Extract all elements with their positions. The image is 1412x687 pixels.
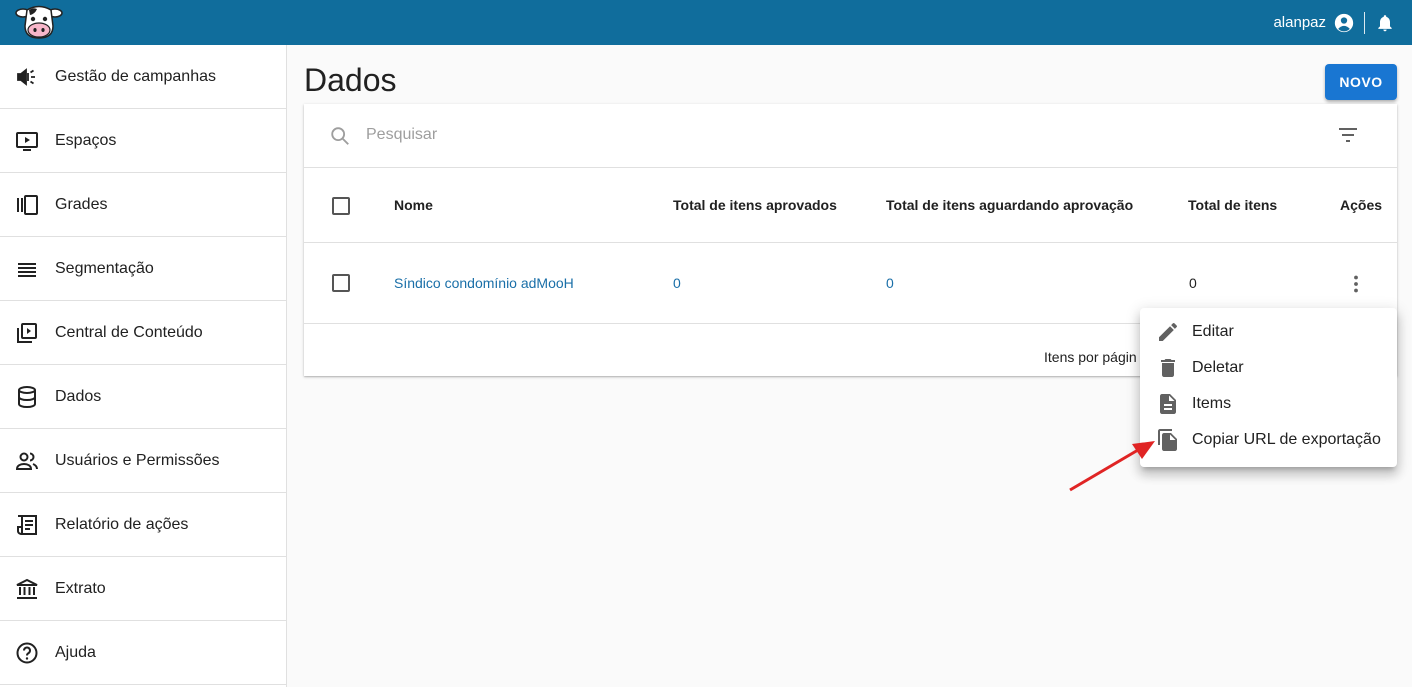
sidebar-item-conteudo[interactable]: Central de Conteúdo (0, 301, 286, 365)
annotation-arrow-icon (1069, 441, 1155, 492)
username[interactable]: alanpaz (1273, 14, 1326, 31)
sidebar-item-espacos[interactable]: Espaços (0, 109, 286, 173)
receipt-icon (15, 513, 39, 537)
video-library-icon (15, 321, 39, 345)
sidebar-item-relatorio[interactable]: Relatório de ações (0, 493, 286, 557)
row-name-link[interactable]: Síndico condomínio adMooH (394, 275, 574, 291)
sidebar: Gestão de campanhas Espaços Grades Segme… (0, 45, 287, 687)
menu-item-items[interactable]: Items (1140, 386, 1397, 422)
menu-item-deletar[interactable]: Deletar (1140, 350, 1397, 386)
people-icon (15, 449, 39, 473)
row-checkbox[interactable] (332, 274, 350, 292)
new-button[interactable]: NOVO (1325, 64, 1397, 100)
page-title: Dados (304, 62, 397, 98)
row-actions-menu: Editar Deletar Items Copiar URL de expor… (1140, 308, 1397, 467)
sidebar-item-grades[interactable]: Grades (0, 173, 286, 237)
carousel-icon (15, 193, 39, 217)
search-icon (331, 127, 349, 145)
column-header-acoes: Ações (1340, 197, 1383, 213)
sidebar-item-label: Central de Conteúdo (55, 323, 203, 341)
column-header-aprovados[interactable]: Total de itens aprovados (673, 197, 837, 213)
bank-icon (15, 577, 39, 601)
search-toolbar (304, 104, 1397, 168)
help-circle-icon (15, 641, 39, 665)
divider (1364, 11, 1365, 34)
sidebar-item-label: Extrato (55, 579, 106, 597)
sidebar-item-label: Gestão de campanhas (55, 67, 216, 85)
trash-icon (1161, 359, 1175, 377)
sidebar-item-label: Usuários e Permissões (55, 451, 220, 469)
menu-item-label: Deletar (1192, 359, 1244, 376)
top-app-bar: alanpaz (0, 0, 1412, 45)
sidebar-item-extrato[interactable]: Extrato (0, 557, 286, 621)
user-area: alanpaz (1273, 0, 1412, 45)
filter-icon[interactable] (1336, 123, 1360, 147)
sidebar-item-usuarios[interactable]: Usuários e Permissões (0, 429, 286, 493)
row-aprovados[interactable]: 0 (673, 275, 681, 291)
column-header-total[interactable]: Total de itens (1188, 197, 1277, 213)
sidebar-item-segmentacao[interactable]: Segmentação (0, 237, 286, 301)
rows-per-page-label: Itens por págin (1044, 349, 1137, 365)
more-vert-icon[interactable] (1344, 272, 1368, 296)
row-aguardando[interactable]: 0 (886, 275, 894, 291)
pencil-icon (1159, 322, 1178, 341)
megaphone-icon (15, 65, 39, 89)
account-circle-icon[interactable] (1334, 13, 1354, 33)
sidebar-item-label: Relatório de ações (55, 515, 189, 533)
menu-item-label: Items (1192, 395, 1232, 412)
column-header-nome[interactable]: Nome (394, 197, 433, 213)
menu-item-editar[interactable]: Editar (1140, 314, 1397, 350)
sidebar-item-dados[interactable]: Dados (0, 365, 286, 429)
select-all-checkbox[interactable] (332, 197, 350, 215)
menu-item-label: Editar (1192, 323, 1234, 340)
database-icon (15, 385, 39, 409)
sidebar-item-label: Dados (55, 387, 102, 405)
cow-logo-icon[interactable] (15, 4, 63, 40)
sidebar-item-ajuda[interactable]: Ajuda (0, 621, 286, 685)
menu-item-label: Copiar URL de exportação (1192, 431, 1381, 448)
sidebar-item-label: Grades (55, 195, 108, 213)
sidebar-item-label: Ajuda (55, 643, 96, 661)
sidebar-item-campanhas[interactable]: Gestão de campanhas (0, 45, 286, 109)
menu-item-copiar-url[interactable]: Copiar URL de exportação (1140, 422, 1397, 458)
column-header-aguardando[interactable]: Total de itens aguardando aprovação (886, 197, 1133, 213)
list-lines-icon (15, 257, 39, 281)
table-header: Nome Total de itens aprovados Total de i… (304, 168, 1397, 243)
sidebar-item-label: Espaços (55, 131, 117, 149)
row-total: 0 (1189, 275, 1197, 291)
document-icon (1160, 394, 1176, 414)
bell-icon[interactable] (1375, 13, 1395, 33)
screen-play-icon (15, 129, 39, 153)
search-input[interactable] (366, 122, 1266, 148)
sidebar-item-label: Segmentação (55, 259, 154, 277)
